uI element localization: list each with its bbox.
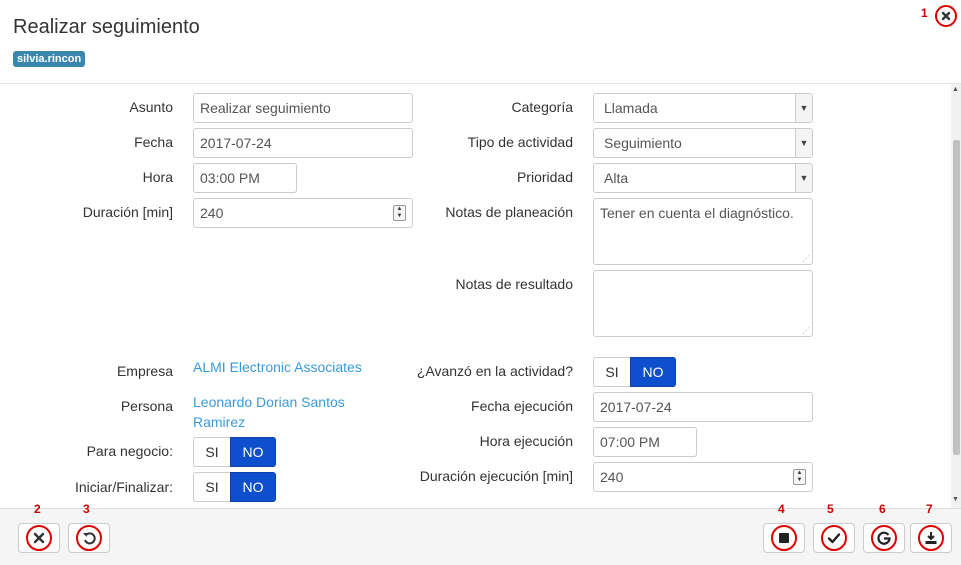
fecha-ejecucion-label: Fecha ejecución: [471, 398, 573, 414]
chevron-down-icon: ▼: [795, 129, 812, 157]
duracion-ejecucion-value: 240: [600, 469, 624, 485]
toggle-si-option[interactable]: SI: [193, 437, 230, 467]
page-title: Realizar seguimiento: [13, 16, 200, 38]
duracion-value: 240: [200, 205, 224, 221]
tipo-actividad-select[interactable]: Seguimiento ▼: [593, 128, 813, 158]
annotation-circle: [821, 525, 847, 551]
notas-planeacion-value: Tener en cuenta el diagnóstico.: [600, 205, 794, 221]
notas-planeacion-textarea[interactable]: Tener en cuenta el diagnóstico. ⋰: [593, 198, 813, 265]
empresa-link[interactable]: ALMI Electronic Associates: [193, 357, 362, 377]
annotation-circle: [771, 525, 797, 551]
persona-name-line1: Leonardo Dorian Santos: [193, 394, 345, 410]
annotation-circle: [918, 525, 944, 551]
avanzo-label: ¿Avanzó en la actividad?: [416, 363, 573, 379]
categoria-label: Categoría: [511, 99, 573, 115]
asunto-input[interactable]: Realizar seguimiento: [193, 93, 413, 123]
tipo-actividad-value: Seguimiento: [604, 135, 682, 151]
iniciar-finalizar-label: Iniciar/Finalizar:: [74, 479, 173, 495]
user-badge: silvia.rincon: [13, 51, 86, 67]
annotation-label: 7: [926, 502, 933, 516]
number-spinner[interactable]: ▲ ▼: [393, 205, 406, 221]
resize-grip-icon[interactable]: ⋰: [802, 327, 810, 335]
toggle-no-option[interactable]: NO: [230, 437, 276, 467]
annotation-label: 6: [879, 502, 886, 516]
fecha-ejecucion-input[interactable]: 2017-07-24: [593, 392, 813, 422]
annotation-label: 1: [921, 6, 928, 20]
categoria-select[interactable]: Llamada ▼: [593, 93, 813, 123]
annotation-label: 5: [827, 502, 834, 516]
annotation-circle: [76, 525, 102, 551]
iniciar-finalizar-toggle[interactable]: SI NO: [193, 472, 276, 502]
modal-close-button[interactable]: [935, 5, 957, 27]
duracion-input[interactable]: 240 ▲ ▼: [193, 198, 413, 228]
number-spinner[interactable]: ▲ ▼: [793, 469, 806, 485]
scroll-up-arrow[interactable]: ▲: [952, 86, 959, 94]
annotation-circle: [871, 525, 897, 551]
close-icon: [935, 5, 957, 27]
duracion-ejecucion-label: Duración ejecución [min]: [419, 468, 573, 484]
hora-label: Hora: [142, 169, 173, 185]
scroll-down-arrow[interactable]: ▼: [952, 496, 959, 504]
annotation-circle: [26, 525, 52, 551]
scrollbar-thumb[interactable]: [953, 140, 960, 455]
toggle-no-option[interactable]: NO: [230, 472, 276, 502]
avanzo-toggle[interactable]: SI NO: [593, 357, 676, 387]
prioridad-label: Prioridad: [516, 169, 573, 185]
annotation-label: 4: [778, 502, 785, 516]
hora-ejecucion-input[interactable]: 07:00 PM: [593, 427, 697, 457]
notas-resultado-label: Notas de resultado: [455, 276, 573, 292]
duracion-ejecucion-input[interactable]: 240 ▲ ▼: [593, 462, 813, 492]
empresa-label: Empresa: [116, 363, 173, 379]
para-negocio-label: Para negocio:: [86, 443, 173, 459]
hora-ejecucion-label: Hora ejecución: [479, 433, 573, 449]
tipo-actividad-label: Tipo de actividad: [467, 134, 573, 150]
toggle-si-option[interactable]: SI: [593, 357, 630, 387]
categoria-value: Llamada: [604, 100, 658, 116]
persona-link[interactable]: Leonardo Dorian Santos Ramirez: [193, 392, 345, 432]
duracion-label: Duración [min]: [82, 204, 173, 220]
prioridad-value: Alta: [604, 170, 629, 186]
modal-header: Realizar seguimiento silvia.rincon: [0, 0, 961, 84]
annotation-label: 2: [34, 502, 41, 516]
toggle-no-option[interactable]: NO: [630, 357, 676, 387]
chevron-down-icon: ▼: [795, 164, 812, 192]
annotation-label: 3: [83, 502, 90, 516]
persona-label: Persona: [120, 398, 173, 414]
hora-input[interactable]: 03:00 PM: [193, 163, 297, 193]
toggle-si-option[interactable]: SI: [193, 472, 230, 502]
prioridad-select[interactable]: Alta ▼: [593, 163, 813, 193]
chevron-down-icon: ▼: [795, 94, 812, 122]
para-negocio-toggle[interactable]: SI NO: [193, 437, 276, 467]
asunto-label: Asunto: [129, 99, 173, 115]
notas-resultado-textarea[interactable]: ⋰: [593, 270, 813, 337]
fecha-input[interactable]: 2017-07-24: [193, 128, 413, 158]
notas-planeacion-label: Notas de planeación: [445, 204, 573, 220]
fecha-label: Fecha: [134, 134, 173, 150]
resize-grip-icon[interactable]: ⋰: [802, 255, 810, 263]
persona-name-line2: Ramirez: [193, 414, 246, 430]
